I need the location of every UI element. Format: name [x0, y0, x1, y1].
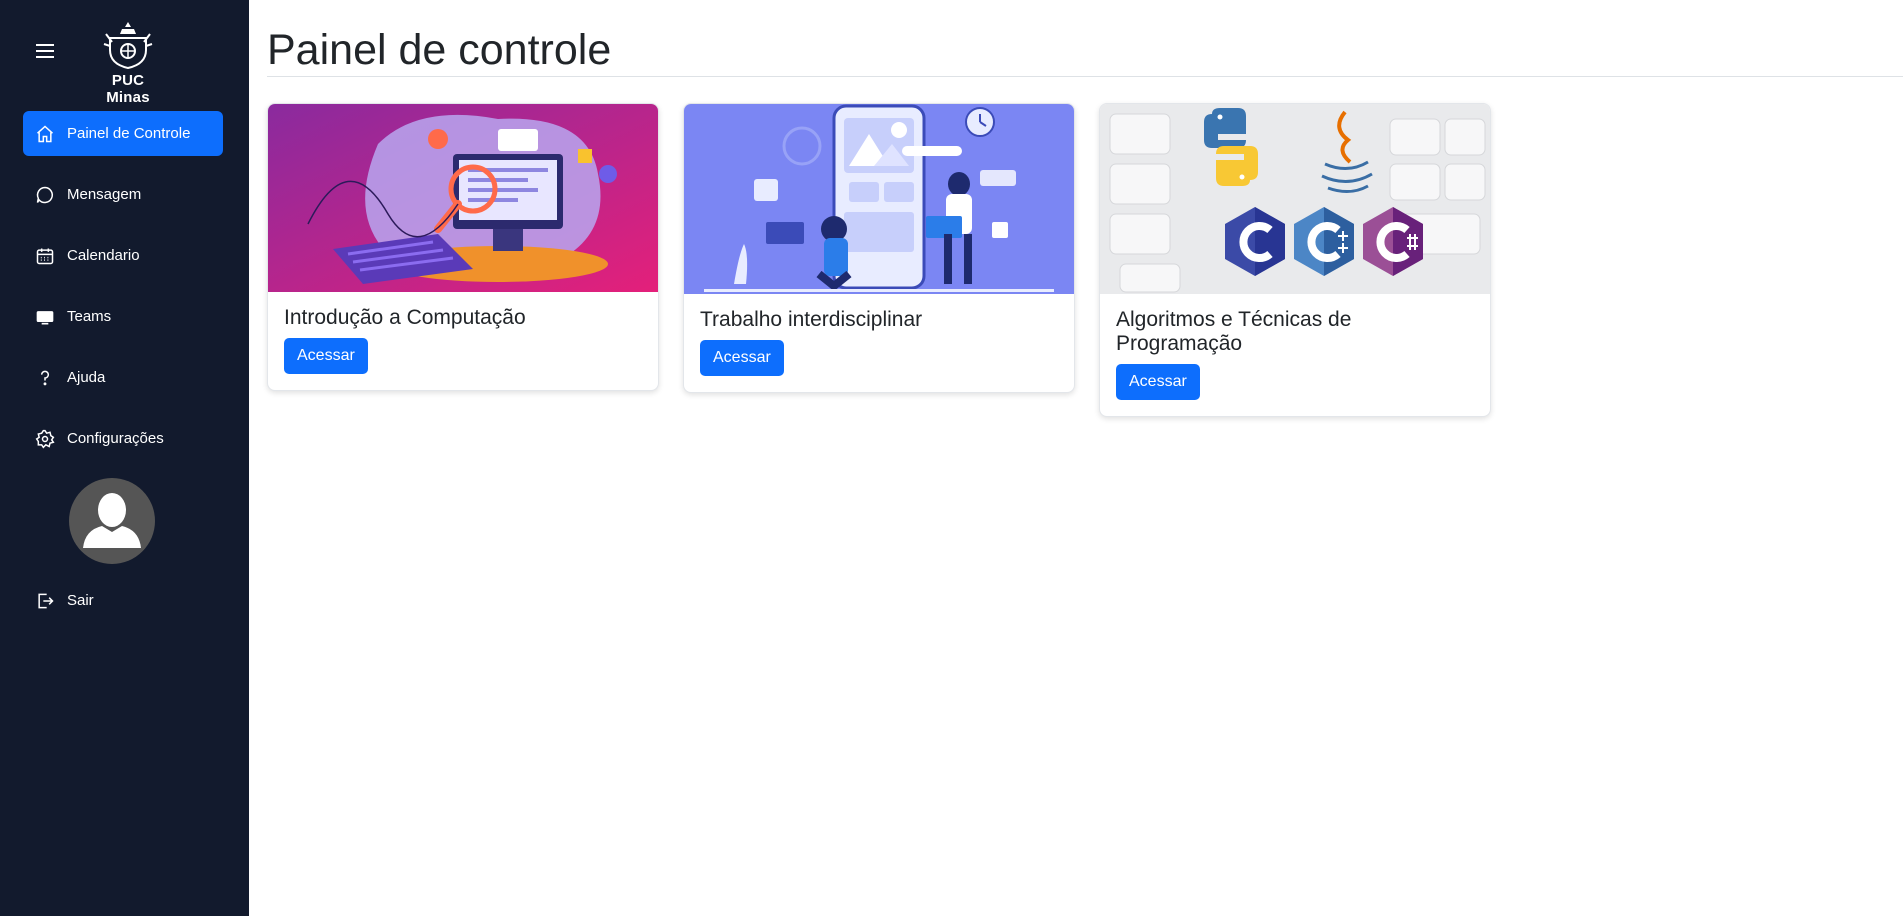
logout-section: Sair: [23, 578, 223, 639]
home-icon: [23, 124, 67, 144]
card-title: Trabalho interdisciplinar: [700, 308, 923, 331]
access-button[interactable]: Acessar: [700, 340, 784, 376]
question-icon: [23, 368, 67, 388]
sidebar-item-ajuda[interactable]: Ajuda: [23, 355, 223, 400]
access-button[interactable]: Acessar: [1116, 364, 1200, 400]
monitor-icon: [23, 307, 67, 327]
sidebar-item-calendario[interactable]: Calendario: [23, 233, 223, 278]
sidebar-item-label: Teams: [67, 308, 112, 325]
course-image-computer-illustration: [268, 104, 658, 292]
sidebar-item-label: Configurações: [67, 430, 164, 447]
course-card: Algoritmos e Técnicas de Programação Ace…: [1099, 103, 1491, 417]
logout-label: Sair: [67, 592, 94, 609]
gear-icon: [23, 429, 67, 449]
calendar-icon: [23, 246, 67, 266]
sidebar-item-painel-de-controle[interactable]: Painel de Controle: [23, 111, 223, 156]
avatar[interactable]: [69, 478, 155, 564]
hamburger-menu-icon[interactable]: [36, 40, 54, 62]
sidebar-item-teams[interactable]: Teams: [23, 294, 223, 339]
course-card: Introdução a Computação Acessar: [267, 103, 659, 391]
sidebar-item-mensagem[interactable]: Mensagem: [23, 172, 223, 217]
crest-icon: [103, 22, 153, 70]
logout-icon: [23, 591, 67, 611]
page-title: Painel de controle: [267, 26, 612, 74]
card-body: Algoritmos e Técnicas de Programação Ace…: [1100, 294, 1490, 416]
card-title: Algoritmos e Técnicas de Programação: [1116, 308, 1352, 355]
title-divider: [267, 76, 1903, 77]
user-silhouette-icon: [83, 493, 141, 548]
sidebar-item-label: Ajuda: [67, 369, 106, 386]
sidebar: PUC Minas Painel de Controle Mensagem Ca…: [0, 0, 249, 916]
course-card: Trabalho interdisciplinar Acessar: [683, 103, 1075, 393]
card-title: Introdução a Computação: [284, 306, 526, 329]
sidebar-nav: Painel de Controle Mensagem Calendario T…: [23, 111, 223, 477]
card-body: Introdução a Computação Acessar: [268, 292, 658, 390]
puc-minas-logo: PUC Minas: [88, 20, 168, 106]
main-content: Painel de controle Introdução a Computaç…: [249, 0, 1903, 916]
logout-button[interactable]: Sair: [23, 578, 223, 623]
sidebar-item-label: Calendario: [67, 247, 140, 264]
access-button[interactable]: Acessar: [284, 338, 368, 374]
logo-text: PUC Minas: [106, 72, 150, 106]
course-image-app-development-illustration: [684, 104, 1074, 294]
sidebar-item-label: Painel de Controle: [67, 125, 191, 142]
course-image-programming-languages: [1100, 104, 1490, 294]
card-body: Trabalho interdisciplinar Acessar: [684, 294, 1074, 392]
sidebar-item-configuracoes[interactable]: Configurações: [23, 416, 223, 461]
chat-icon: [23, 185, 67, 205]
sidebar-item-label: Mensagem: [67, 186, 142, 203]
